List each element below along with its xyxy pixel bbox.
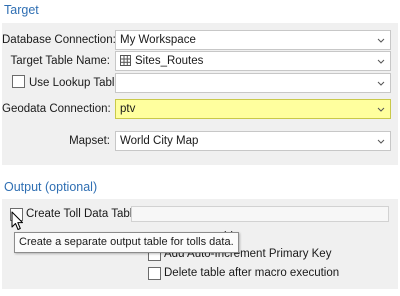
output-section-title: Output (optional) [4,180,98,194]
mapset-label: Mapset: [69,135,110,147]
target-table-name-value: Sites_Routes [135,55,204,67]
delete-table-label: Delete table after macro execution [164,267,340,279]
use-lookup-table-combo[interactable] [115,73,391,93]
chevron-down-icon [377,81,385,86]
tooltip: Create a separate output table for tolls… [14,232,239,253]
create-toll-data-table-input[interactable] [131,206,389,222]
database-connection-combo[interactable]: My Workspace [115,30,391,50]
geodata-connection-value: ptv [120,103,136,115]
geodata-connection-label: Geodata Connection: [2,103,111,115]
chevron-down-icon [377,59,385,64]
use-lookup-table-checkbox[interactable] [12,75,25,88]
database-connection-value: My Workspace [120,34,196,46]
geodata-connection-combo[interactable]: ptv [115,99,391,119]
table-grid-icon [120,55,131,66]
target-panel: Database Connection: My Workspace Target… [2,23,398,165]
mouse-pointer-icon [11,211,23,230]
target-table-name-combo[interactable]: Sites_Routes [115,51,391,71]
chevron-down-icon [377,107,385,112]
mapset-value: World City Map [120,135,199,147]
mapset-combo[interactable]: World City Map [115,131,391,151]
chevron-down-icon [377,38,385,43]
use-lookup-table-label: Use Lookup Table: [29,77,125,89]
target-table-name-label: Target Table Name: [10,55,110,67]
database-connection-label: Database Connection: [2,34,116,46]
delete-table-checkbox[interactable] [148,267,161,280]
chevron-down-icon [377,139,385,144]
target-section-title: Target [4,3,39,17]
create-toll-data-table-label: Create Toll Data Table: [26,208,142,220]
